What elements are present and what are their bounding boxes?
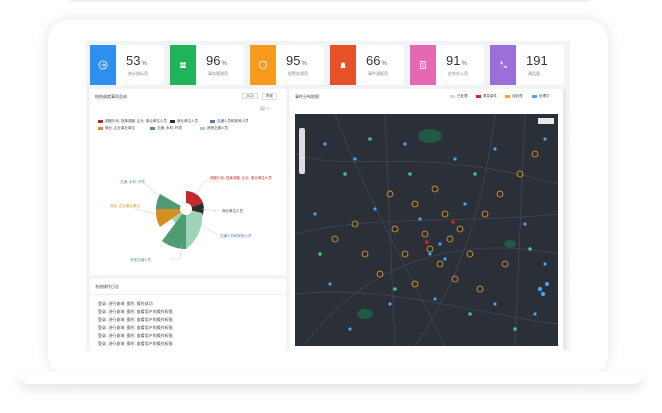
legend-item[interactable]: 商业单位人员 [170,119,198,124]
shield-icon [250,45,276,85]
legend-item[interactable]: 交通人员和其他人员 [210,119,249,124]
stat-card[interactable]: 191 通话量 [490,45,564,85]
urgent-markers [425,220,455,244]
stat-label: 报警处理项 [288,71,308,76]
map-legend-item[interactable]: 已处理 [450,94,468,99]
legend-item[interactable]: 其他交通人员 [200,126,228,131]
map-legend-item[interactable]: 待处理 [505,94,523,99]
log-line: 登录, 进行查询: 操作, 操作成功 [98,301,153,306]
panel-title: 事件分布地图 [295,94,319,99]
panel-title: 系统操作日志 [95,284,119,289]
map-canvas [295,114,558,346]
rose-label: 商业, 企业事业单位 [110,203,140,208]
period-select[interactable]: 季度 [262,93,277,100]
bell-icon [330,45,356,85]
map-legend-item[interactable]: 处理中 [532,94,550,99]
rose-label: 交通, 水利, 环境 [120,179,145,184]
stat-card[interactable]: 91% 综合办公项 [410,45,484,85]
rose-label: 其他交通人员 [130,257,151,262]
stat-cards: 53% 统计指标项 96% 事务管理项 95% 报警处理项 66% 事件通报项 [90,45,566,85]
nightingale-chart: 调度行动, 指挥调度, 企业, 事业单位人员 商业单位人员 交通人员和其他人员 … [110,175,272,262]
map-scrollbar[interactable] [563,89,566,350]
log-line: 登录, 进行查询: 操作, 查看用户的操作权限 [98,333,173,338]
legend-item[interactable]: 调度行动, 指挥调度, 企业, 事业单位人员 [98,119,167,124]
stat-label: 综合办公项 [448,71,468,76]
stat-value: 96% [206,53,227,68]
rose-label: 调度行动, 指挥调度, 企业, 事业单位人员 [210,175,272,180]
laptop-base [18,372,644,384]
stat-label: 统计指标项 [128,71,148,76]
stat-card[interactable]: 53% 统计指标项 [90,45,164,85]
people-icon [170,45,196,85]
rose-center [180,203,192,215]
document-icon [410,45,436,85]
stat-value: 66% [366,53,387,68]
dashboard-screen: 53% 统计指标项 96% 事务管理项 95% 报警处理项 66% 事件通报项 [86,41,570,350]
map-type-toggle[interactable] [538,118,554,124]
rose-label: 商业单位人员 [222,208,243,213]
event-map-panel: 事件分布地图 已处理 紧急事件 待处理 处理中 [290,89,566,350]
panel-title: 结构调度事项总体 [95,94,127,99]
stat-label: 事件通报项 [368,71,388,76]
log-line: 登录, 进行查询: 操作, 查看用户的操作权限 [98,341,173,346]
map-parks [357,129,516,319]
stat-card[interactable]: 96% 事务管理项 [170,45,244,85]
stat-value: 91% [446,53,467,68]
map-roads [295,114,558,346]
map-zoom-control[interactable] [299,128,305,174]
log-line: 登录, 进行查询: 操作, 查看用户的操作权限 [98,309,173,314]
stat-label: 通话量 [528,71,540,76]
log-line: 登录, 进行查询: 操作, 查看用户的操作权限 [98,317,173,322]
toolbox-icons[interactable]: ▤ ○ [260,106,269,112]
stat-value: 191 [526,53,548,68]
arrow-icon [90,45,116,85]
dark-map[interactable] [295,114,558,346]
stat-value: 95% [286,53,307,68]
stat-value: 53% [126,53,147,68]
phone-icon [490,45,516,85]
system-log-panel: 系统操作日志 登录, 进行查询: 操作, 操作成功 登录, 进行查询: 操作, … [90,279,286,350]
stat-label: 事务管理项 [208,71,228,76]
top-edge [70,0,590,2]
structure-chart-panel: 结构调度事项总体 2020 季度 ▤ ○ 调度行动, 指挥调度, 企业, 事业单… [90,89,286,275]
legend-item[interactable]: 商业, 企业事业单位 [98,126,135,131]
rose-label: 交通人员和其他人员 [220,233,252,238]
stat-card[interactable]: 95% 报警处理项 [250,45,324,85]
year-select[interactable]: 2020 [242,93,258,99]
resolved-markers [318,137,532,331]
legend-item[interactable]: 交通, 水利, 环境 [150,126,182,131]
map-legend-item[interactable]: 紧急事件 [476,94,497,99]
rose-sector [186,209,203,249]
stat-card[interactable]: 66% 事件通报项 [330,45,404,85]
log-line: 登录, 进行查询: 操作, 查看用户的操作权限 [98,325,173,330]
